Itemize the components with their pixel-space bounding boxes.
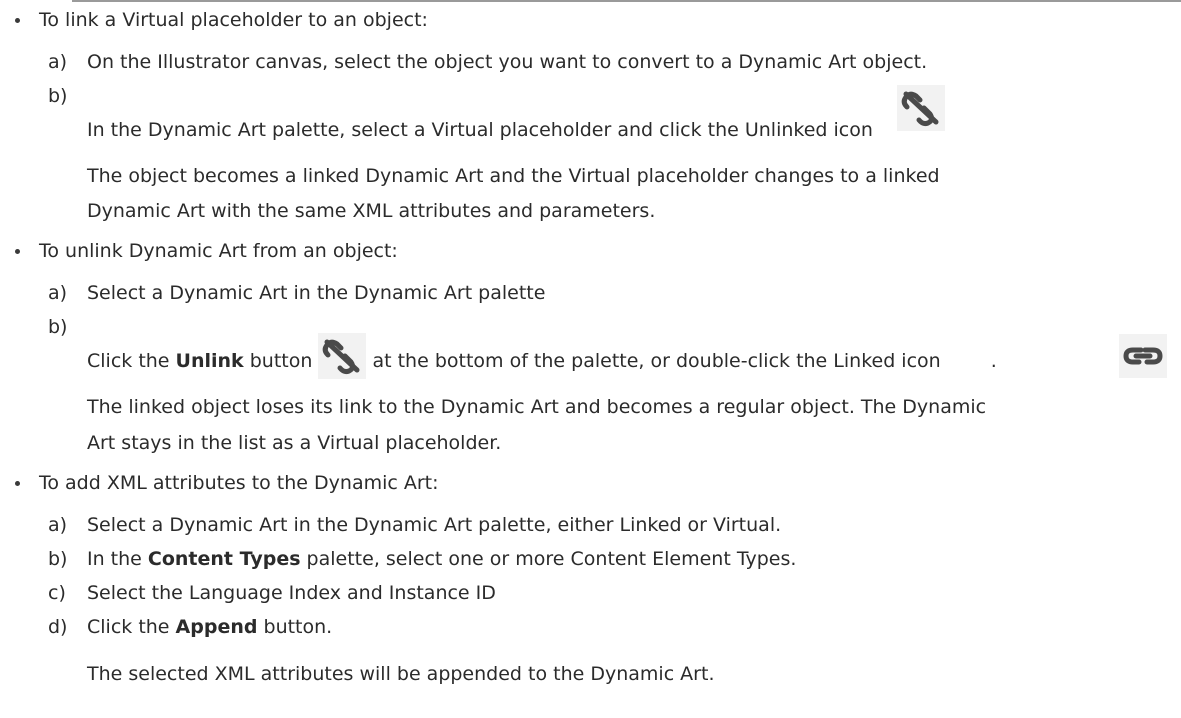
result-line: Art stays in the list as a Virtual place… xyxy=(87,432,502,454)
top-rule xyxy=(72,0,1181,2)
step-text-part: button xyxy=(243,350,313,372)
section-heading: To link a Virtual placeholder to an obje… xyxy=(39,9,428,31)
step-text-part: Click the xyxy=(87,616,176,638)
step-text: In the Content Types palette, select one… xyxy=(87,546,796,572)
step-marker: d) xyxy=(48,616,68,638)
section-heading: To add XML attributes to the Dynamic Art… xyxy=(39,472,439,494)
step-text: Click the Append button. xyxy=(87,614,332,640)
step-marker: b) xyxy=(48,548,68,570)
bullet xyxy=(14,470,22,496)
step-text-part: button. xyxy=(257,616,333,638)
step-text-part: palette, select one or more Content Elem… xyxy=(300,548,797,570)
step-marker: a) xyxy=(48,51,68,73)
step-text-part: Click the xyxy=(87,350,176,372)
step-text: In the Dynamic Art palette, select a Vir… xyxy=(87,119,873,141)
bullet xyxy=(14,238,22,264)
step-marker: b) xyxy=(48,85,68,107)
content-types-label: Content Types xyxy=(147,548,301,570)
step-marker: a) xyxy=(48,282,68,304)
unlinked-chain-icon xyxy=(318,333,366,379)
bullet xyxy=(14,7,22,33)
step-text-part: at the bottom of the palette, or double-… xyxy=(366,350,941,372)
section-heading: To unlink Dynamic Art from an object: xyxy=(39,240,398,262)
step-marker: b) xyxy=(48,316,68,338)
result-line: The linked object loses its link to the … xyxy=(87,396,987,418)
step-text: Select a Dynamic Art in the Dynamic Art … xyxy=(87,282,546,304)
step-text: On the Illustrator canvas, select the ob… xyxy=(87,51,928,73)
result-line: Dynamic Art with the same XML attributes… xyxy=(87,200,656,222)
append-label: Append xyxy=(175,616,258,638)
step-text: Click the Unlink button at the bottom of… xyxy=(87,348,997,374)
result-line: The selected XML attributes will be appe… xyxy=(87,663,715,685)
step-marker: c) xyxy=(48,582,66,604)
step-text-part: . xyxy=(990,350,997,372)
result-line: The object becomes a linked Dynamic Art … xyxy=(87,165,940,187)
step-marker: a) xyxy=(48,514,68,536)
unlinked-chain-icon xyxy=(897,85,945,131)
step-text: Select the Language Index and Instance I… xyxy=(87,582,496,604)
step-text: Select a Dynamic Art in the Dynamic Art … xyxy=(87,514,782,536)
unlink-label: Unlink xyxy=(175,350,244,372)
linked-chain-icon xyxy=(1119,334,1167,378)
step-text-part: In the xyxy=(87,548,148,570)
